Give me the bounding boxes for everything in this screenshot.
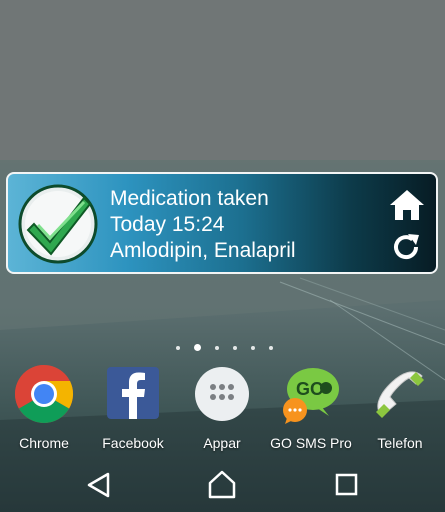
medication-names: Amlodipin, Enalapril: [110, 239, 296, 262]
page-dot[interactable]: [215, 345, 219, 350]
app-go-sms[interactable]: GO GO SMS Pro: [266, 364, 356, 451]
medication-time: Today 15:24: [110, 213, 225, 236]
page-indicator: [176, 344, 287, 351]
refresh-icon[interactable]: [390, 231, 422, 263]
navigation-bar: [0, 458, 445, 512]
back-icon[interactable]: [80, 468, 116, 502]
facebook-icon: [107, 367, 159, 419]
app-drawer[interactable]: Appar: [177, 364, 267, 451]
app-label: Telefon: [377, 435, 423, 451]
app-label: Facebook: [102, 435, 164, 451]
medication-status: Medication taken: [110, 187, 269, 210]
recents-icon[interactable]: [328, 468, 364, 502]
page-dot[interactable]: [269, 345, 273, 350]
home-icon[interactable]: [388, 188, 426, 222]
app-label: GO SMS Pro: [270, 435, 352, 451]
app-label: Chrome: [19, 435, 69, 451]
chrome-icon: [15, 365, 74, 423]
app-chrome[interactable]: Chrome: [0, 364, 89, 451]
page-dot[interactable]: [251, 345, 255, 350]
go-sms-logo-text: GO: [296, 379, 324, 399]
app-facebook[interactable]: Facebook: [88, 364, 178, 451]
page-dot[interactable]: [233, 345, 237, 350]
page-dot[interactable]: [176, 345, 180, 350]
app-drawer-icon: [195, 367, 249, 421]
app-label: Appar: [203, 435, 241, 451]
home-icon[interactable]: [204, 468, 240, 502]
app-phone[interactable]: Telefon: [355, 364, 445, 451]
go-sms-icon: GO: [283, 368, 339, 424]
page-dot-active[interactable]: [194, 344, 201, 351]
medication-info: Medication taken Today 15:24 Amlodipin, …: [110, 186, 296, 264]
medication-widget[interactable]: Medication taken Today 15:24 Amlodipin, …: [6, 172, 438, 274]
phone-icon: [376, 371, 424, 418]
checkmark-icon: [18, 184, 98, 264]
